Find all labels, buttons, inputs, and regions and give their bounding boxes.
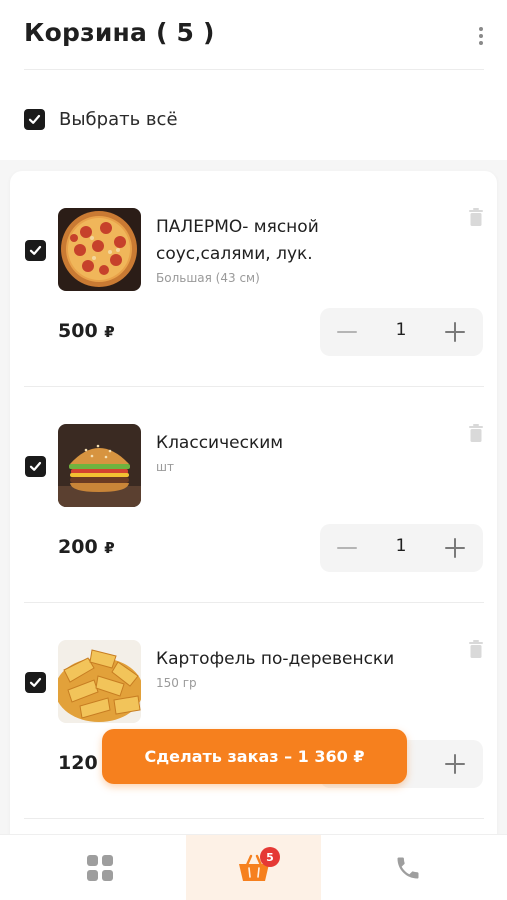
item-variant: 150 гр [156,676,197,690]
plus-icon[interactable] [444,321,466,343]
cart-item: Классическим шт 200 ₽ 1 [10,387,497,603]
item-variant: шт [156,460,174,474]
item-name: Картофель по-деревенски 150 гр [156,646,436,692]
item-name: ПАЛЕРМО- мясной соус,салями, лук. Больша… [156,214,436,287]
page-title: Корзина ( 5 ) [24,18,215,47]
trash-icon[interactable] [468,424,484,442]
item-name: Классическим шт [156,430,436,476]
more-vertical-icon[interactable] [466,22,496,50]
cart-item: Картофель по-деревенски 150 гр 120 ₽ 1 [10,603,497,819]
item-variant: Большая (43 см) [156,271,260,285]
quantity-value: 1 [395,320,407,340]
select-all-row[interactable]: Выбрать всё [24,106,178,132]
check-icon [29,677,42,687]
item-title: ПАЛЕРМО- мясной соус,салями, лук. [156,217,319,264]
grid-icon [86,855,113,881]
trash-icon[interactable] [468,640,484,658]
price-value: 500 [58,320,98,342]
nav-phone[interactable] [340,835,475,900]
divider [24,69,484,70]
item-title: Картофель по-деревенски [156,649,395,669]
place-order-button[interactable]: Сделать заказ – 1 360 ₽ [102,729,407,784]
item-title: Классическим [156,433,284,453]
phone-icon [397,857,418,879]
cart-count-badge: 5 [260,847,280,867]
item-checkbox[interactable] [25,456,46,477]
plus-icon[interactable] [444,753,466,775]
nav-cart[interactable]: 5 [186,835,321,900]
price-value: 200 [58,536,98,558]
cart-item: ПАЛЕРМО- мясной соус,салями, лук. Больша… [10,171,497,387]
select-all-label: Выбрать всё [59,108,178,130]
trash-icon[interactable] [468,208,484,226]
fries-image [58,640,141,723]
check-icon [28,114,41,124]
pizza-image [58,208,141,291]
price-value: 120 [58,752,98,774]
quantity-value: 1 [395,536,407,556]
bottom-nav: 5 [0,834,507,900]
minus-icon[interactable] [336,321,358,343]
quantity-stepper: 1 [320,308,483,356]
check-icon [29,461,42,471]
currency: ₽ [104,539,115,557]
plus-icon[interactable] [444,537,466,559]
currency: ₽ [104,323,115,341]
item-checkbox[interactable] [25,240,46,261]
nav-catalog[interactable] [32,835,167,900]
item-price: 200 ₽ [58,536,115,558]
minus-icon[interactable] [336,537,358,559]
check-icon [29,245,42,255]
item-checkbox[interactable] [25,672,46,693]
item-price: 500 ₽ [58,320,115,342]
header: Корзина ( 5 ) Выбрать всё [0,0,507,160]
burger-image [58,424,141,507]
divider [24,818,484,819]
quantity-stepper: 1 [320,524,483,572]
select-all-checkbox[interactable] [24,108,45,130]
